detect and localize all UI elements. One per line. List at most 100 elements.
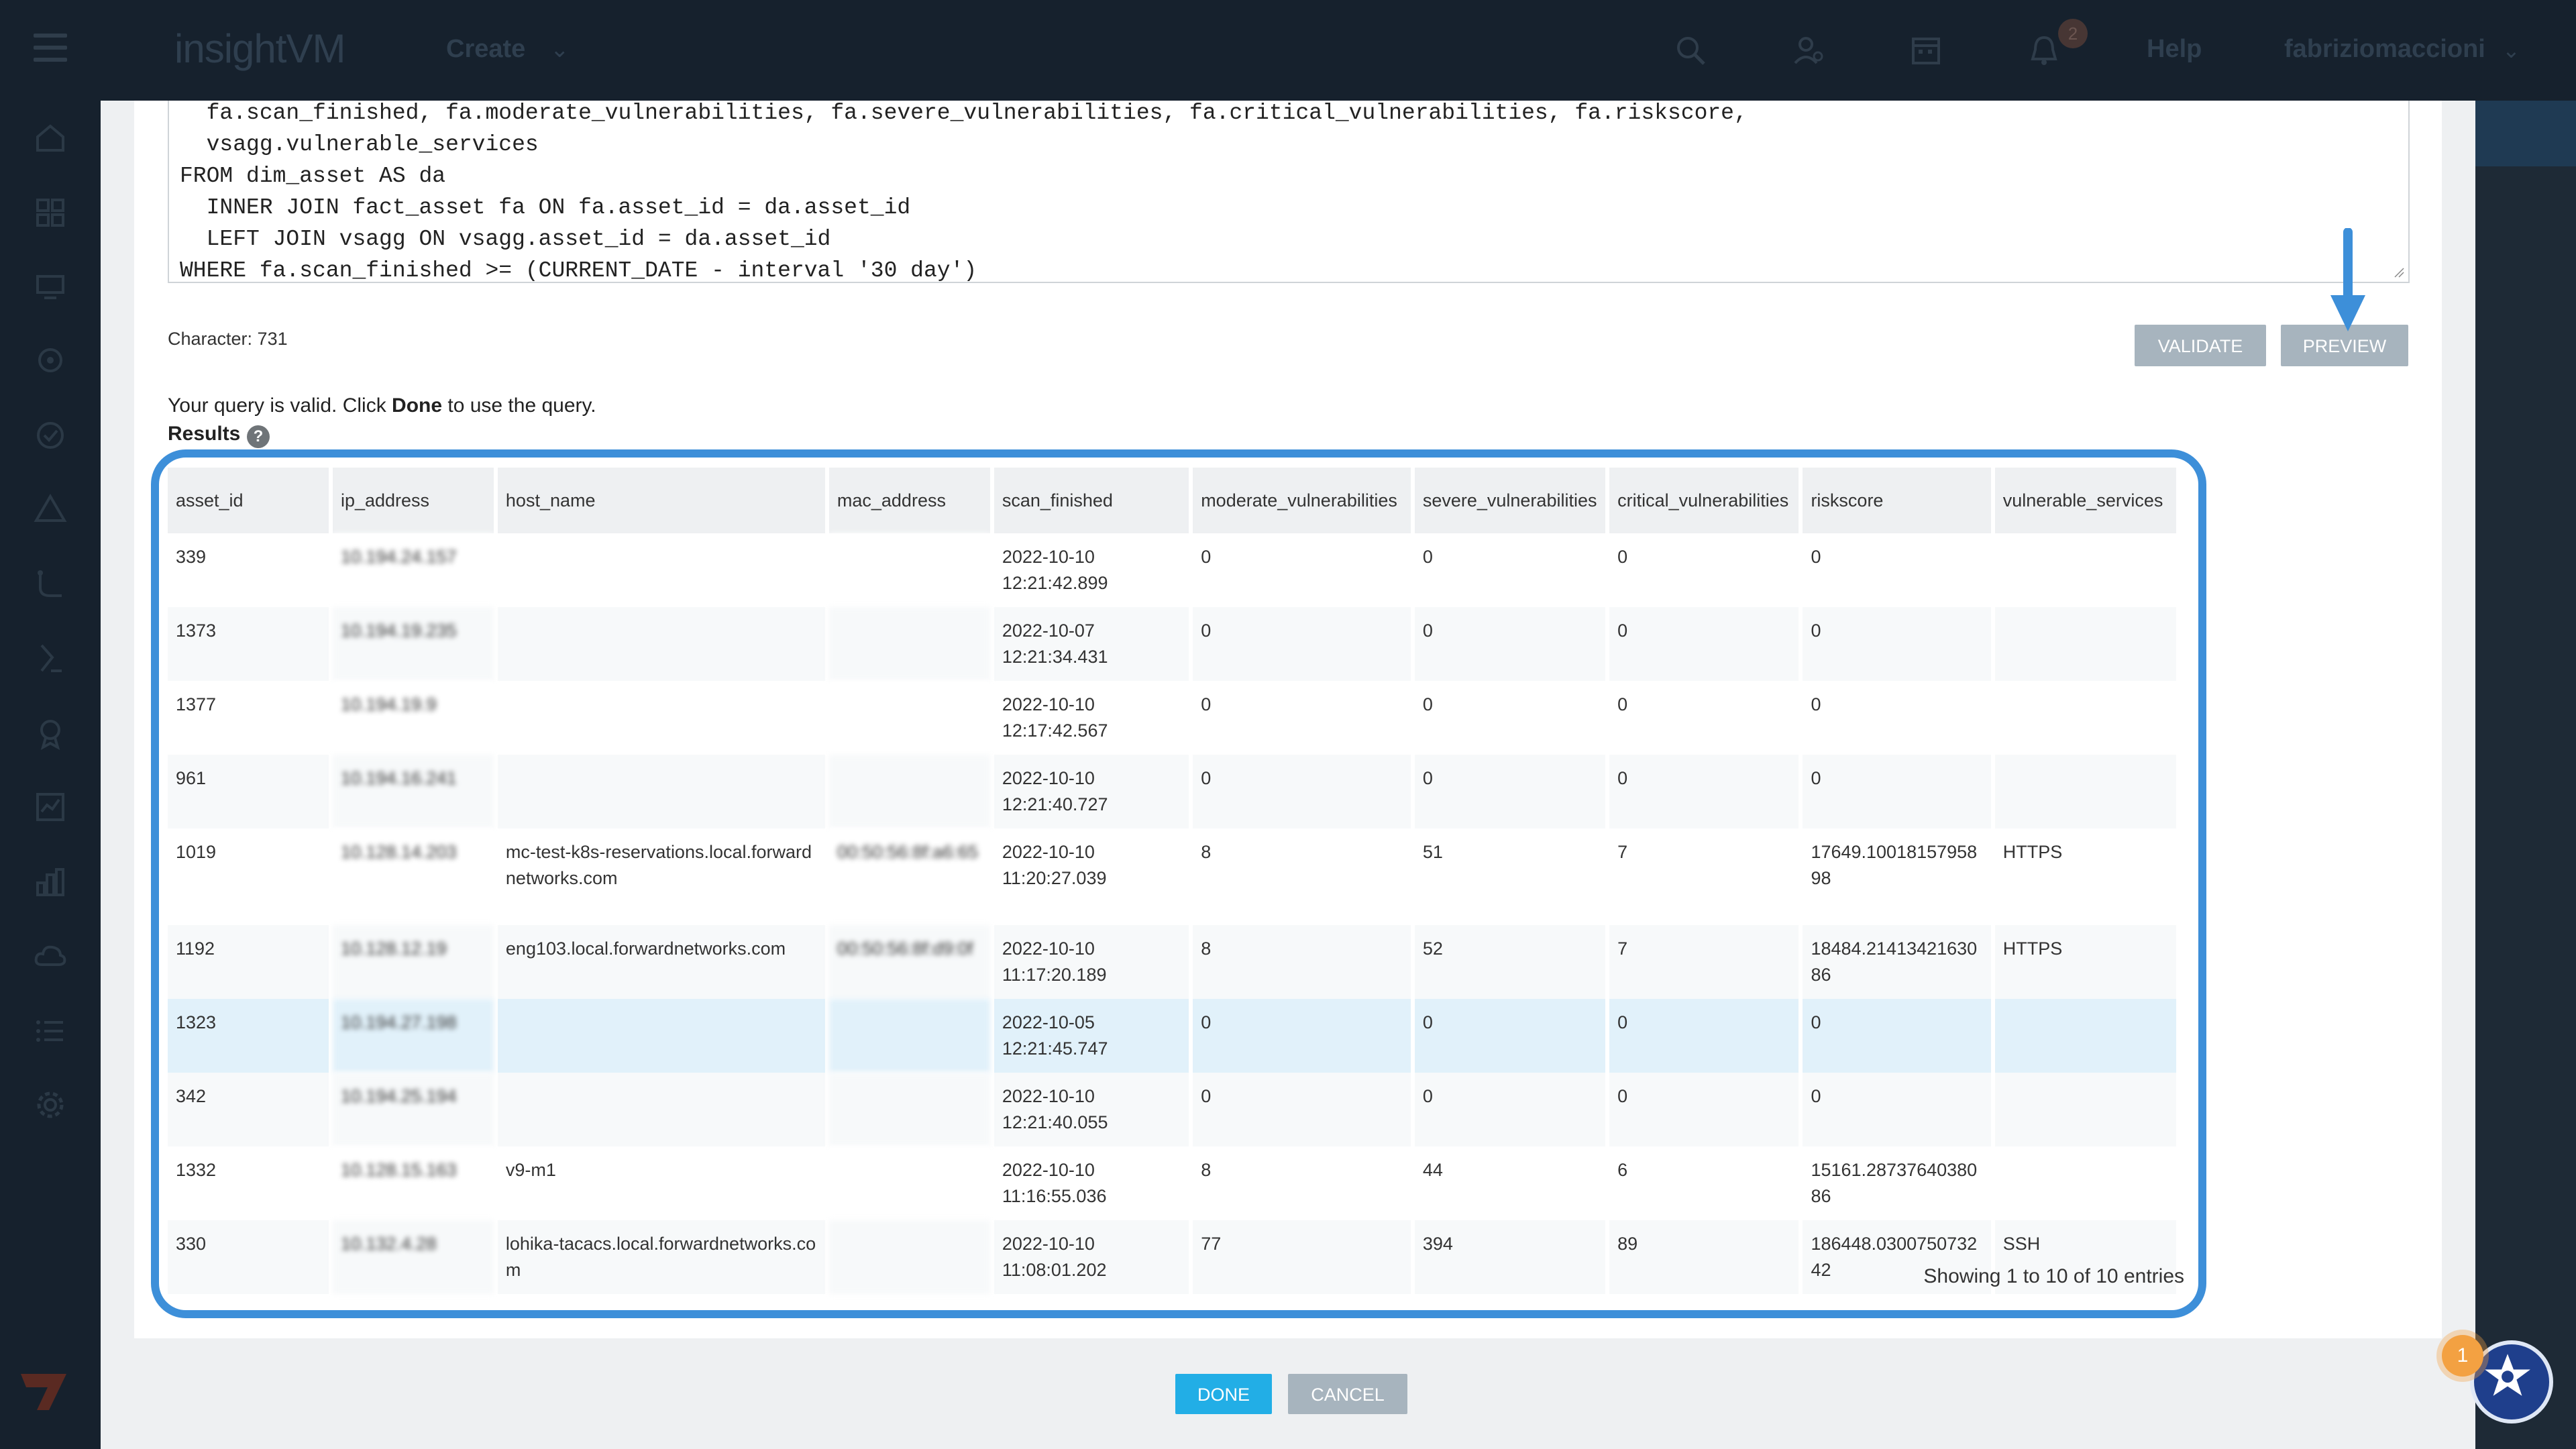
done-button[interactable]: DONE	[1175, 1374, 1272, 1414]
column-header[interactable]: asset_id	[168, 468, 329, 533]
cell-vulnerable-services	[1994, 1146, 2176, 1220]
assets-icon[interactable]	[34, 270, 67, 303]
validate-button[interactable]: VALIDATE	[2135, 325, 2266, 366]
cell-riskscore: 0	[1803, 681, 1991, 755]
cell-text: 330	[176, 1234, 207, 1254]
create-menu[interactable]: Create	[446, 35, 525, 64]
cell-host-name	[497, 1073, 825, 1146]
table-row[interactable]: 342 10.194.25.194 2022-10-10 12:21:40.055 0 0…	[168, 1073, 2176, 1146]
analytics-icon[interactable]	[34, 865, 67, 899]
column-header[interactable]: host_name	[497, 468, 825, 533]
chevron-down-icon[interactable]: ⌄	[2502, 38, 2520, 63]
cell-mac-address: 00:50:56:8f:d9:0f	[828, 925, 990, 999]
cell-text: 0	[1811, 1086, 1821, 1106]
remediation-icon[interactable]	[34, 568, 67, 601]
cell-moderate-vulnerabilities: 8	[1193, 828, 1411, 925]
goals-icon[interactable]	[34, 716, 67, 750]
table-row[interactable]: 961 10.194.16.241 2022-10-10 12:21:40.727 0 0…	[168, 755, 2176, 828]
cell-asset-id: 961	[168, 755, 329, 828]
chevron-down-icon[interactable]: ⌄	[550, 36, 570, 63]
dashboard-icon[interactable]	[34, 196, 67, 229]
cell-text: 6	[1617, 1160, 1628, 1180]
cell-text: 2022-10-10	[1002, 547, 1095, 567]
cell-severe-vulnerabilities: 51	[1414, 828, 1606, 925]
calendar-icon[interactable]	[1909, 34, 1943, 67]
table-row[interactable]: 1332 10.128.15.163 v9-m1 2022-10-10 11:16:55…	[168, 1146, 2176, 1220]
user-search-icon[interactable]	[1792, 34, 1826, 67]
cell-text: 10.194.16.241	[340, 768, 457, 788]
cell-mac-address	[828, 1220, 990, 1294]
reports-icon[interactable]	[34, 790, 67, 824]
notification-badge[interactable]: 2	[2058, 19, 2088, 48]
cell-moderate-vulnerabilities: 77	[1193, 1220, 1411, 1294]
cell-mac-address	[828, 533, 990, 607]
cell-vulnerable-services	[1994, 533, 2176, 607]
cell-text: 10.194.24.157	[340, 547, 457, 567]
help-icon[interactable]: ?	[247, 425, 270, 448]
cell-scan-finished: 2022-10-10 11:08:01.202	[994, 1220, 1189, 1294]
assistant-badge[interactable]: 1	[2442, 1335, 2483, 1377]
results-table: asset_id ip_address host_name mac_addres…	[164, 468, 2180, 1294]
menu-icon[interactable]	[34, 34, 67, 62]
cell-text: 10.194.27.198	[340, 1012, 457, 1032]
automation-icon[interactable]	[34, 641, 67, 675]
cell-text: 0	[1617, 1012, 1628, 1032]
exposures-icon[interactable]	[34, 492, 67, 526]
table-row[interactable]: 1192 10.128.12.19 eng103.local.forwardnetw…	[168, 925, 2176, 999]
policies-icon[interactable]	[34, 419, 67, 452]
sql-line: WHERE fa.scan_finished >= (CURRENT_DATE …	[180, 258, 977, 283]
column-header[interactable]: ip_address	[332, 468, 494, 533]
cell-text: 86	[1811, 965, 1831, 985]
cell-text: 0	[1422, 621, 1433, 641]
table-header-row: asset_id ip_address host_name mac_addres…	[168, 468, 2176, 533]
cell-vulnerable-services: HTTPS	[1994, 925, 2176, 999]
table-row[interactable]: 1019 10.128.14.203 mc-test-k8s-reservation…	[168, 828, 2176, 925]
cell-ip-address: 10.132.4.28	[332, 1220, 494, 1294]
bell-icon[interactable]	[2027, 34, 2061, 67]
column-header[interactable]: critical_vulnerabilities	[1609, 468, 1799, 533]
user-menu[interactable]: fabriziomaccioni	[2284, 35, 2485, 64]
vulnerabilities-icon[interactable]	[34, 343, 67, 377]
cell-ip-address: 10.128.14.203	[332, 828, 494, 925]
cell-text: 2022-10-05	[1002, 1012, 1095, 1032]
cell-text: 1332	[176, 1160, 217, 1180]
column-header[interactable]: riskscore	[1803, 468, 1991, 533]
table-row[interactable]: 1377 10.194.19.9 2022-10-10 12:17:42.567 0 0 0…	[168, 681, 2176, 755]
cloud-icon[interactable]	[34, 939, 67, 973]
column-header[interactable]: severe_vulnerabilities	[1414, 468, 1606, 533]
search-icon[interactable]	[1674, 34, 1707, 67]
column-header[interactable]: mac_address	[828, 468, 990, 533]
cell-text: 18484.21413421630	[1811, 938, 1978, 959]
cell-riskscore: 18484.21413421630 86	[1803, 925, 1991, 999]
cell-asset-id: 1019	[168, 828, 329, 925]
home-icon[interactable]	[34, 121, 67, 154]
list-icon[interactable]	[34, 1014, 67, 1048]
table-row[interactable]: 1373 10.194.19.235 2022-10-07 12:21:34.431 0…	[168, 607, 2176, 681]
cell-text: 89	[1617, 1234, 1638, 1254]
cell-critical-vulnerabilities: 0	[1609, 1073, 1799, 1146]
cell-text: 10.128.15.163	[340, 1160, 457, 1180]
cell-text: 0	[1422, 1012, 1433, 1032]
table-row[interactable]: 339 10.194.24.157 2022-10-10 12:21:42.899 0 0…	[168, 533, 2176, 607]
cell-severe-vulnerabilities: 0	[1414, 999, 1606, 1073]
column-header[interactable]: scan_finished	[994, 468, 1189, 533]
cell-asset-id: 1323	[168, 999, 329, 1073]
column-header[interactable]: moderate_vulnerabilities	[1193, 468, 1411, 533]
cell-text: 2022-10-07	[1002, 621, 1095, 641]
settings-gear-icon[interactable]	[34, 1088, 67, 1122]
cell-host-name	[497, 681, 825, 755]
top-nav: insightVM Create ⌄ 2 Help fabriziomaccio…	[0, 0, 2576, 101]
table-row[interactable]: 1323 10.194.27.198 2022-10-05 12:21:45.747 0…	[168, 999, 2176, 1073]
cell-text: 0	[1422, 547, 1433, 567]
cell-critical-vulnerabilities: 0	[1609, 681, 1799, 755]
cell-severe-vulnerabilities: 0	[1414, 1073, 1606, 1146]
resize-handle-icon[interactable]	[2394, 267, 2404, 278]
cell-text: 0	[1617, 1086, 1628, 1106]
column-header[interactable]: vulnerable_services	[1994, 468, 2176, 533]
app-logo[interactable]: insightVM	[174, 25, 345, 72]
cancel-button[interactable]: CANCEL	[1288, 1374, 1407, 1414]
cell-host-name: eng103.local.forwardnetworks.com	[497, 925, 825, 999]
help-link[interactable]: Help	[2147, 35, 2202, 64]
cell-host-name: v9-m1	[497, 1146, 825, 1220]
sql-query-editor[interactable]: fa.scan_finished, fa.moderate_vulnerabil…	[168, 101, 2410, 283]
